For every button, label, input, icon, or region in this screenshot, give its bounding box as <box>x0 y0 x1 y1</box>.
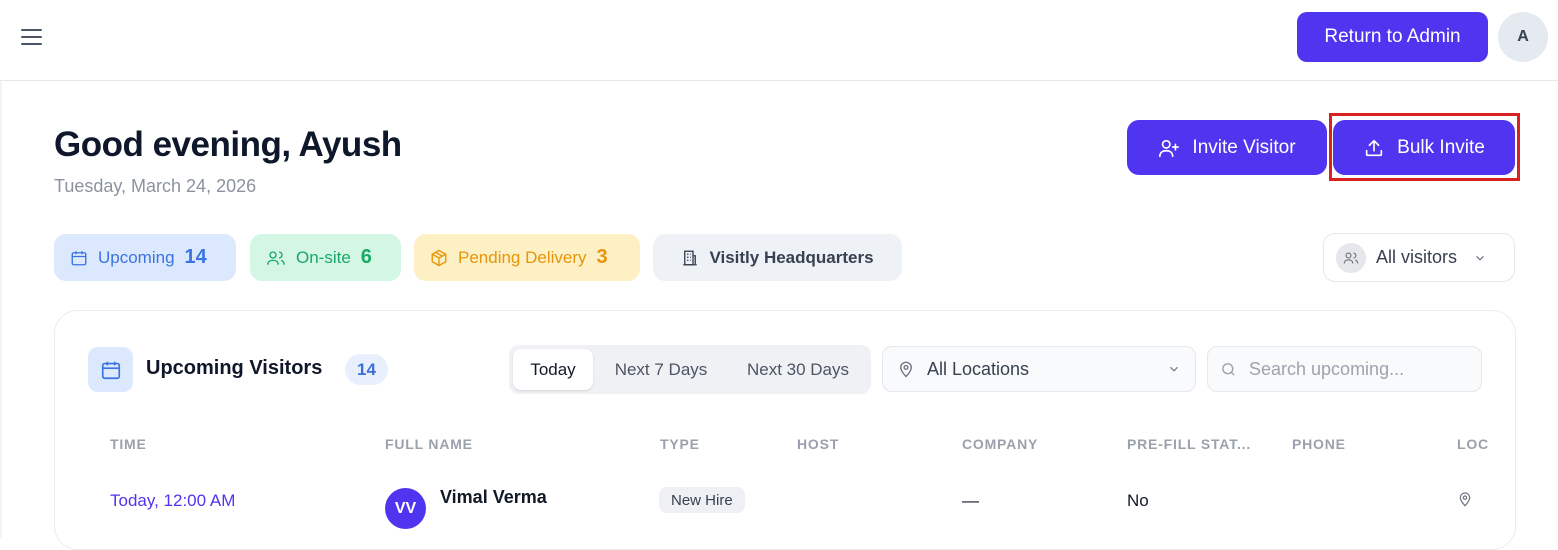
main-content: Good evening, Ayush Tuesday, March 24, 2… <box>0 81 1558 550</box>
user-plus-icon <box>1159 139 1180 157</box>
upcoming-stat-label: Upcoming <box>98 247 175 267</box>
page-title: Good evening, Ayush <box>54 125 402 164</box>
upcoming-stat-pill[interactable]: Upcoming 14 <box>54 234 236 281</box>
visitor-type-tag: New Hire <box>659 487 745 513</box>
pending-delivery-stat-label: Pending Delivery <box>458 247 587 267</box>
column-header-time[interactable]: TIME <box>110 436 147 452</box>
map-pin-icon <box>1459 492 1471 507</box>
card-count-badge: 14 <box>345 354 388 385</box>
search-box <box>1207 346 1482 392</box>
location-pill[interactable]: Visitly Headquarters <box>653 234 902 281</box>
search-input[interactable] <box>1249 358 1469 380</box>
map-pin-icon <box>900 361 912 378</box>
return-to-admin-button[interactable]: Return to Admin <box>1297 12 1488 62</box>
bulk-invite-label: Bulk Invite <box>1397 136 1485 158</box>
visitor-prefill-status: No <box>1127 491 1149 510</box>
column-header-full-name[interactable]: FULL NAME <box>385 436 473 452</box>
column-header-company[interactable]: COMPANY <box>962 436 1038 452</box>
menu-icon[interactable] <box>20 26 46 48</box>
table-row[interactable]: Today, 12:00 AM VV Vimal Verma New Hire … <box>55 471 1515 549</box>
column-header-location[interactable]: LOC <box>1457 436 1489 452</box>
users-icon <box>267 250 285 265</box>
top-bar: Return to Admin A <box>0 0 1558 81</box>
card-title: Upcoming Visitors <box>146 357 323 379</box>
upcoming-visitors-card: Upcoming Visitors 14 Today Next 7 Days N… <box>54 310 1516 550</box>
current-date: Tuesday, March 24, 2026 <box>54 176 257 196</box>
range-next-30-days-button[interactable]: Next 30 Days <box>729 349 867 390</box>
visitor-filter-dropdown[interactable]: All visitors <box>1323 233 1515 282</box>
range-next-7-days-button[interactable]: Next 7 Days <box>601 349 721 390</box>
visitor-time: Today, 12:00 AM <box>110 491 236 510</box>
onsite-stat-count: 6 <box>360 246 372 268</box>
pending-delivery-stat-pill[interactable]: Pending Delivery 3 <box>414 234 640 281</box>
location-pill-label: Visitly Headquarters <box>709 247 874 267</box>
column-header-host[interactable]: HOST <box>797 436 839 452</box>
visitor-name[interactable]: Vimal Verma <box>440 487 547 508</box>
column-header-type[interactable]: TYPE <box>660 436 700 452</box>
upcoming-stat-count: 14 <box>184 246 207 268</box>
column-header-prefill-status[interactable]: PRE-FILL STAT... <box>1127 436 1251 452</box>
calendar-icon <box>71 250 87 265</box>
avatar[interactable]: A <box>1498 12 1548 62</box>
bulk-invite-button[interactable]: Bulk Invite <box>1333 120 1515 175</box>
chevron-down-icon <box>1476 255 1484 261</box>
location-select[interactable]: All Locations <box>882 346 1196 392</box>
date-range-segmented-control: Today Next 7 Days Next 30 Days <box>509 345 871 394</box>
visitor-filter-value: All visitors <box>1376 247 1458 267</box>
column-header-phone[interactable]: PHONE <box>1292 436 1346 452</box>
invite-visitor-button[interactable]: Invite Visitor <box>1127 120 1327 175</box>
upload-icon <box>1366 139 1383 156</box>
chevron-down-icon <box>1170 366 1178 372</box>
pending-delivery-stat-count: 3 <box>596 246 608 268</box>
onsite-stat-pill[interactable]: On-site 6 <box>250 234 401 281</box>
package-icon <box>431 249 447 266</box>
users-icon <box>1336 242 1366 273</box>
visitor-company: — <box>962 491 979 510</box>
visitor-avatar: VV <box>385 488 426 529</box>
location-select-value: All Locations <box>927 358 1030 379</box>
building-icon <box>683 250 698 265</box>
invite-visitor-label: Invite Visitor <box>1192 136 1296 158</box>
onsite-stat-label: On-site <box>296 247 351 267</box>
search-icon <box>1222 362 1235 376</box>
calendar-icon <box>88 347 133 392</box>
range-today-button[interactable]: Today <box>513 349 593 390</box>
